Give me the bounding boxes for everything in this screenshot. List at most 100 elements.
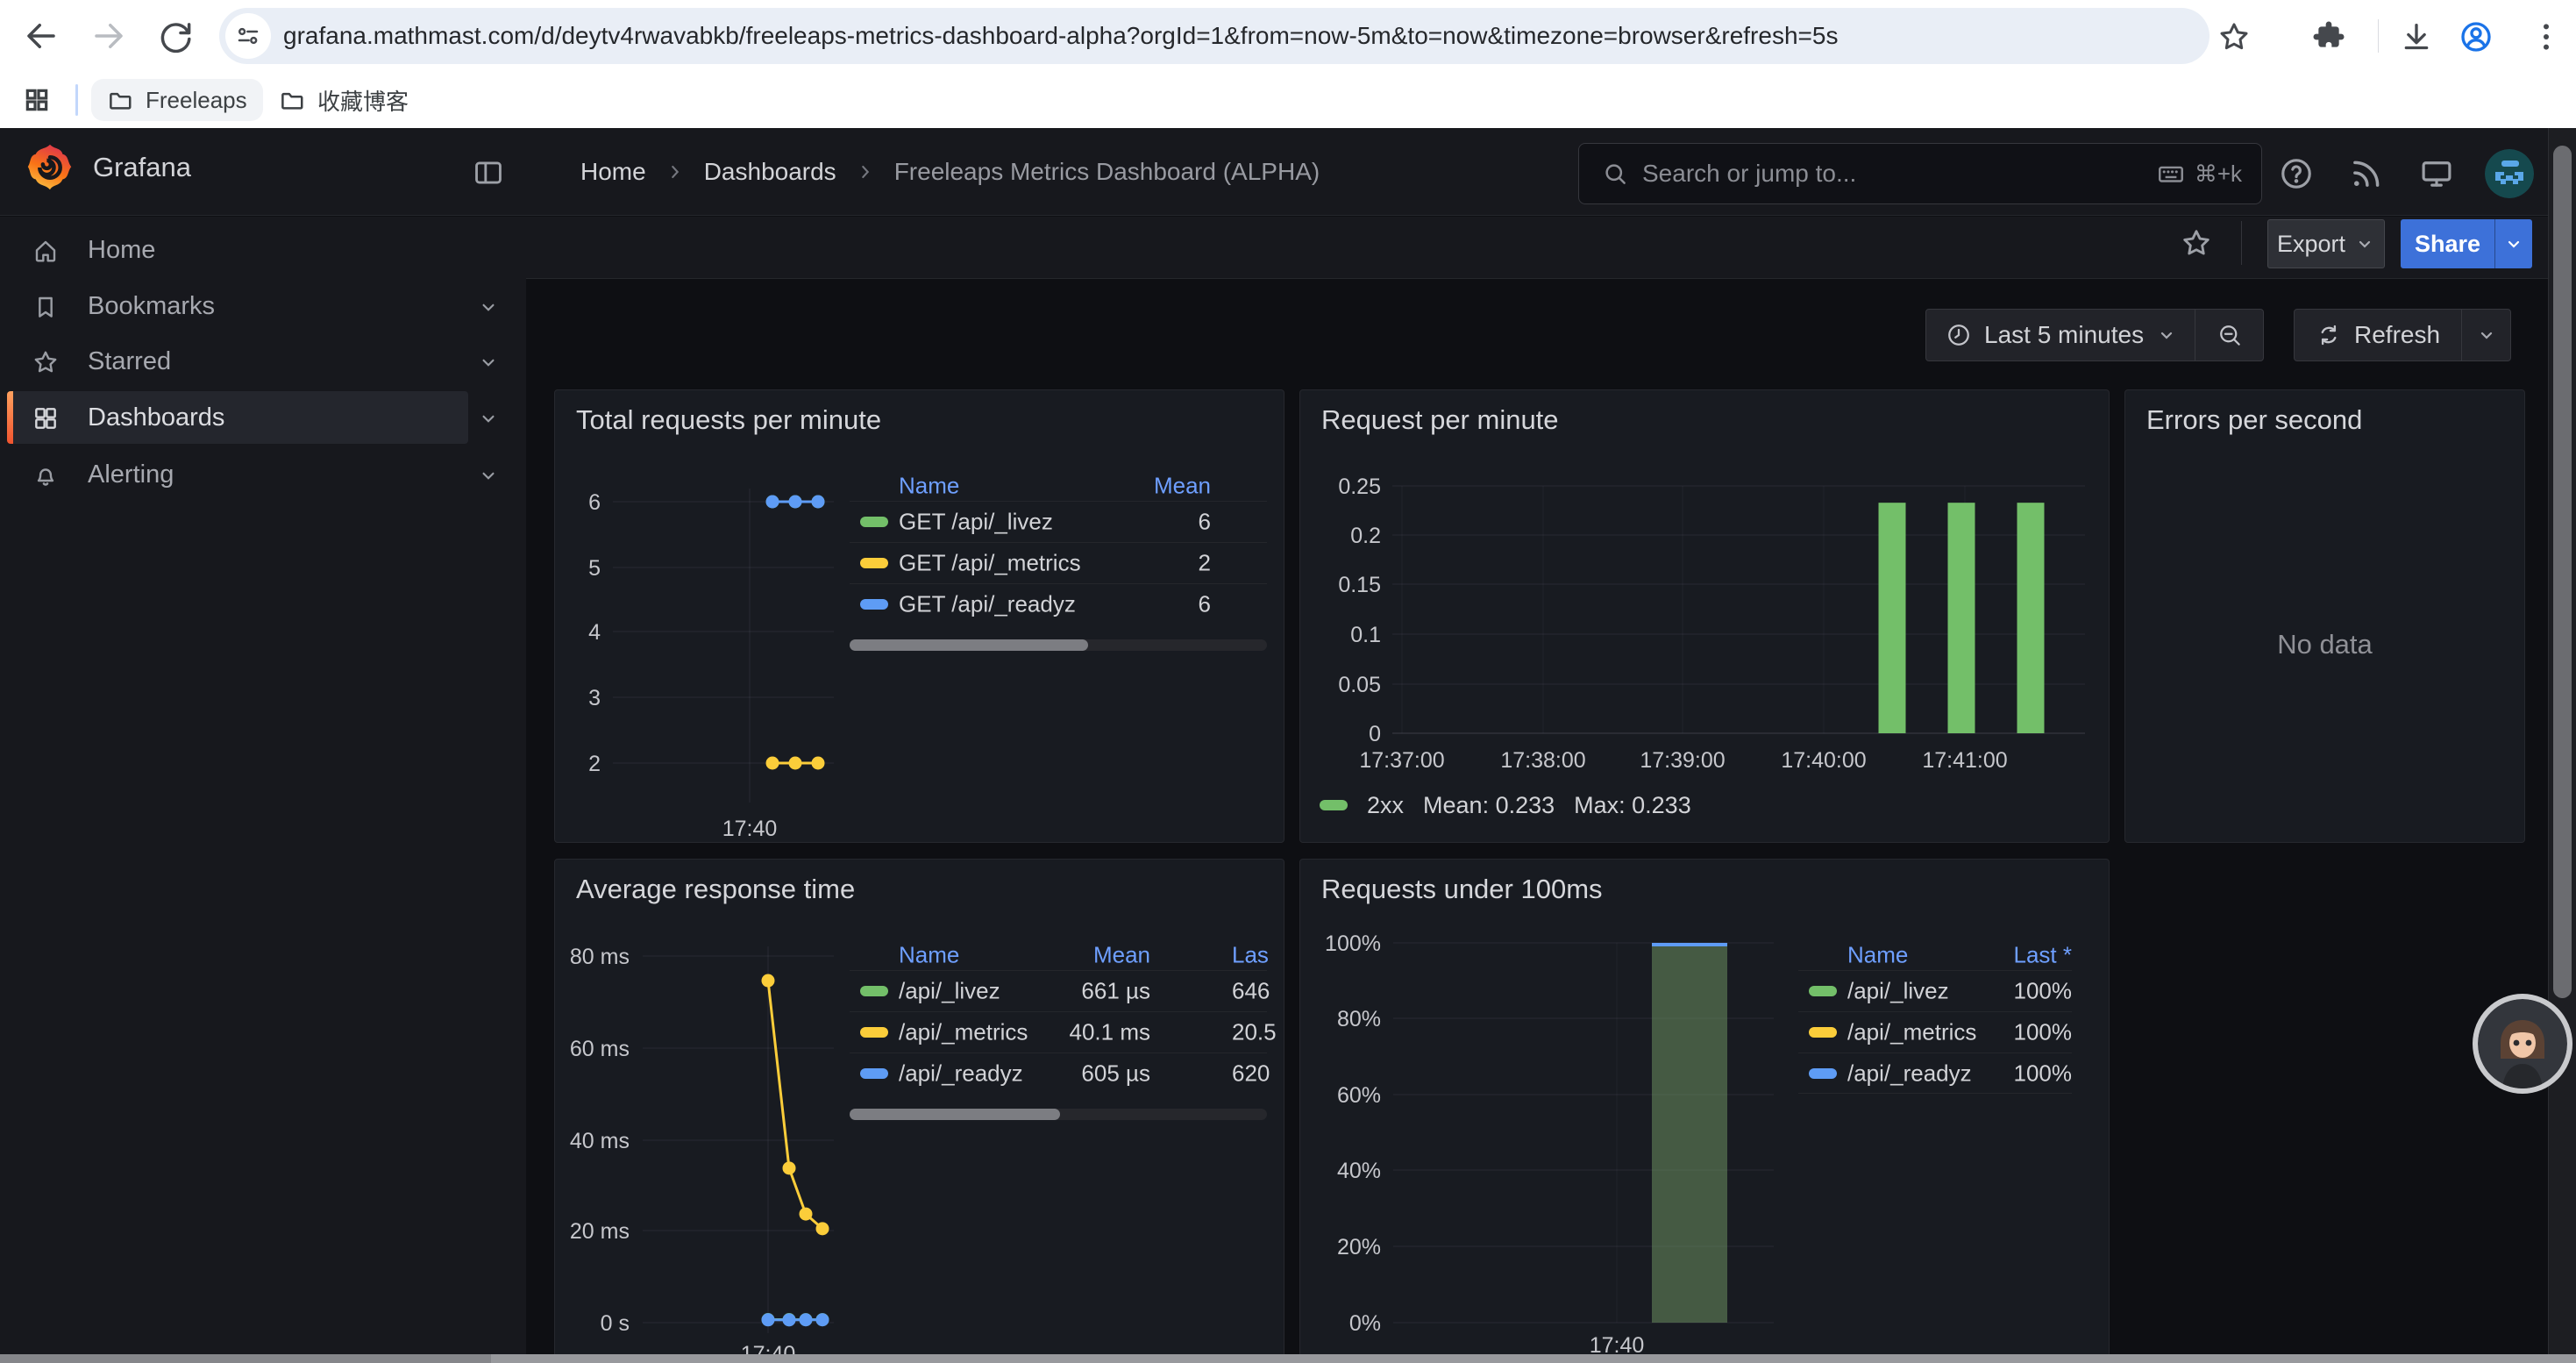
legend-col-mean[interactable]: Mean (1113, 473, 1211, 500)
time-range-label: Last 5 minutes (1984, 321, 2144, 349)
svg-text:80%: 80% (1337, 1007, 1381, 1031)
time-range-picker[interactable]: Last 5 minutes (1926, 310, 2195, 360)
sidebar-item-label: Starred (88, 347, 171, 376)
help-icon[interactable] (2278, 155, 2315, 192)
sidebar-item-starred[interactable]: Starred (0, 335, 526, 388)
chevron-down-icon[interactable] (477, 407, 500, 430)
refresh-button[interactable]: Refresh (2295, 310, 2461, 360)
sidebar-item-label: Dashboards (88, 403, 224, 432)
series-name[interactable]: /api/_readyz (899, 1060, 1023, 1088)
star-icon (32, 348, 60, 376)
legend-col-name[interactable]: Name (1847, 942, 1908, 969)
series-color-pill (860, 1027, 888, 1038)
reload-icon[interactable] (156, 18, 193, 54)
horizontal-scrollbar-track (0, 1354, 491, 1363)
legend-col-last[interactable]: Las (1232, 942, 1284, 969)
chevron-right-icon (664, 161, 687, 183)
svg-text:17:40: 17:40 (722, 817, 778, 841)
monitor-icon[interactable] (2418, 155, 2455, 192)
breadcrumb-home[interactable]: Home (580, 158, 646, 186)
legend-scrollbar[interactable] (850, 639, 1267, 651)
svg-text:6: 6 (588, 490, 601, 515)
user-avatar[interactable] (2485, 149, 2534, 198)
svg-text:40%: 40% (1337, 1159, 1381, 1183)
bookmarks-divider (75, 84, 78, 116)
series-name[interactable]: /api/_livez (899, 978, 1000, 1005)
legend-scrollbar[interactable] (850, 1109, 1267, 1120)
sidebar-item-dashboards[interactable]: Dashboards (0, 391, 526, 444)
refresh-interval-button[interactable] (2461, 310, 2510, 360)
rss-icon[interactable] (2348, 155, 2385, 192)
chevron-down-icon[interactable] (477, 351, 500, 374)
panel-average-response-time[interactable]: Average response time 80 ms60 ms40 ms20 … (554, 859, 1284, 1363)
panel-errors-per-second[interactable]: Errors per second No data (2124, 389, 2525, 843)
legend-row[interactable]: /api/_metrics 100% (1798, 1011, 2072, 1053)
site-settings-icon[interactable] (225, 13, 271, 59)
zoom-out-time-button[interactable] (2195, 310, 2263, 360)
legend-col-name[interactable]: Name (899, 473, 959, 500)
browser-menu-icon[interactable] (2529, 19, 2564, 54)
search-input[interactable]: Search or jump to... ⌘+k (1578, 143, 2262, 204)
bookmark-folder-blogs[interactable]: 收藏博客 (263, 79, 424, 121)
series-name[interactable]: /api/_livez (1847, 978, 1949, 1005)
legend-inline[interactable]: 2xx Mean: 0.233 Max: 0.233 (1320, 787, 1691, 824)
series-mean: Mean: 0.233 (1423, 792, 1555, 819)
requests-under-100ms-chart: 100%80%60%40%20%0%17:40 (1300, 860, 2110, 1363)
legend-row[interactable]: GET /api/_metrics 2 (850, 542, 1267, 583)
sidebar-collapse-icon[interactable] (472, 156, 505, 189)
legend-col-mean[interactable]: Mean (1007, 942, 1150, 969)
bookmark-star-icon[interactable] (2217, 19, 2252, 54)
vertical-scrollbar-thumb[interactable] (2553, 146, 2572, 998)
favorite-dashboard-star-icon[interactable] (2180, 226, 2213, 260)
legend-row[interactable]: GET /api/_livez 6 (850, 501, 1267, 542)
grafana-brand[interactable]: Grafana (26, 142, 191, 193)
breadcrumb-dashboards[interactable]: Dashboards (704, 158, 836, 186)
sidebar-item-home[interactable]: Home (0, 224, 526, 276)
assistant-avatar[interactable] (2473, 994, 2572, 1094)
export-button[interactable]: Export (2267, 219, 2385, 268)
download-icon[interactable] (2399, 19, 2434, 54)
share-button[interactable]: Share (2401, 219, 2532, 268)
svg-text:0 s: 0 s (601, 1311, 630, 1336)
chevron-down-icon[interactable] (477, 296, 500, 318)
bookmark-folder-label: Freeleaps (146, 87, 247, 114)
apps-grid-icon[interactable] (23, 86, 51, 114)
horizontal-scrollbar[interactable] (0, 1354, 2576, 1363)
sidebar-item-label: Home (88, 236, 155, 265)
profile-icon[interactable] (2459, 19, 2494, 54)
legend-header: Name Last * (1798, 940, 2072, 970)
sidebar-item-bookmarks[interactable]: Bookmarks (0, 280, 526, 332)
grafana-logo-icon (26, 142, 74, 193)
bookmark-folder-freeleaps[interactable]: Freeleaps (91, 79, 263, 121)
panel-requests-under-100ms[interactable]: Requests under 100ms 100%80%60%40%20%0%1… (1299, 859, 2110, 1363)
legend-row[interactable]: /api/_readyz 605 µs 620 (850, 1053, 1267, 1094)
svg-text:17:38:00: 17:38:00 (1500, 748, 1585, 773)
panel-title[interactable]: Errors per second (2146, 404, 2362, 436)
legend-row[interactable]: /api/_livez 100% (1798, 970, 2072, 1011)
legend-row[interactable]: /api/_metrics 40.1 ms 20.5 m (850, 1011, 1267, 1053)
sidebar-item-alerting[interactable]: Alerting (0, 448, 526, 501)
chevron-down-icon (2503, 233, 2524, 254)
vertical-scrollbar[interactable] (2548, 128, 2576, 1363)
bookmarks-bar: Freeleaps 收藏博客 (0, 72, 2576, 128)
extensions-icon[interactable] (2311, 19, 2346, 54)
share-menu-button[interactable] (2495, 233, 2532, 254)
panel-total-requests[interactable]: Total requests per minute 6543217:40 Nam… (554, 389, 1284, 843)
back-icon[interactable] (23, 18, 60, 54)
series-name[interactable]: GET /api/_livez (899, 509, 1053, 536)
svg-text:17:40:00: 17:40:00 (1781, 748, 1866, 773)
dashboards-grid-icon (32, 404, 60, 432)
legend-col-name[interactable]: Name (899, 942, 959, 969)
url-text: grafana.mathmast.com/d/deytv4rwavabkb/fr… (283, 22, 1838, 50)
series-name[interactable]: 2xx (1367, 792, 1404, 819)
legend-row[interactable]: GET /api/_readyz 6 (850, 583, 1267, 624)
series-name[interactable]: GET /api/_readyz (899, 591, 1076, 618)
series-name[interactable]: GET /api/_metrics (899, 550, 1081, 577)
legend-row[interactable]: /api/_livez 661 µs 646 (850, 970, 1267, 1011)
forward-icon[interactable] (90, 18, 127, 54)
legend-row[interactable]: /api/_readyz 100% (1798, 1053, 2072, 1094)
legend-col-last[interactable]: Last * (1939, 942, 2072, 969)
panel-request-per-minute[interactable]: Request per minute 0.250.20.150.10.05017… (1299, 389, 2110, 843)
chevron-down-icon[interactable] (477, 464, 500, 487)
url-bar[interactable]: grafana.mathmast.com/d/deytv4rwavabkb/fr… (219, 8, 2210, 64)
